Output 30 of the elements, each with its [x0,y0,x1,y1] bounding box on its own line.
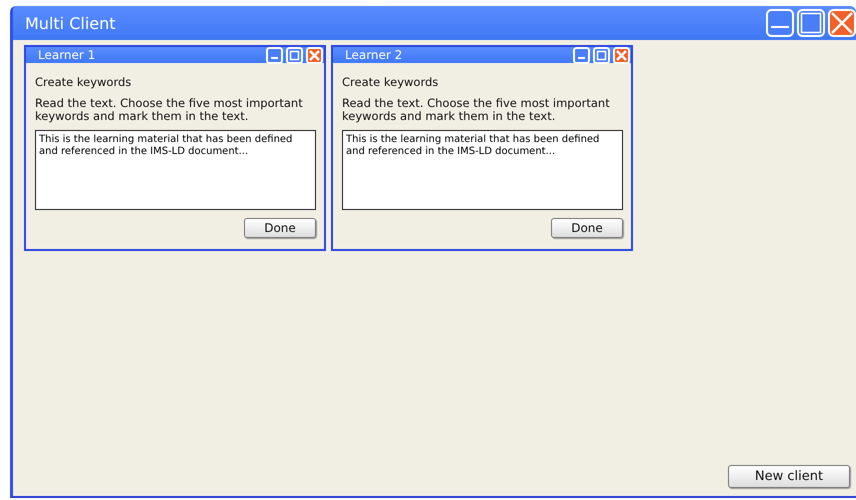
minimize-button[interactable] [766,9,794,37]
maximize-icon [799,11,823,35]
close-button[interactable] [306,46,323,64]
close-icon [830,11,854,35]
close-button[interactable] [613,46,630,64]
task-heading: Create keywords [35,75,132,89]
close-button[interactable] [828,9,856,37]
window-title: Multi Client [25,14,117,32]
maximize-button[interactable] [797,9,825,37]
minimize-button[interactable] [266,46,283,64]
close-icon [308,48,321,62]
close-icon [615,48,628,62]
minimize-button[interactable] [573,46,590,64]
new-client-button[interactable]: New client [728,465,850,488]
maximize-button[interactable] [286,46,303,64]
maximize-icon [288,48,301,62]
minimize-icon [271,56,278,59]
task-instructions: Read the text. Choose the five most important keywords and mark them in the text. [35,97,304,123]
done-button[interactable]: Done [244,218,316,238]
learner-title: Learner 2 [345,48,404,62]
done-button[interactable]: Done [551,218,623,238]
minimize-icon [771,26,789,28]
task-instructions: Read the text. Choose the five most important keywords and mark them in the text. [342,97,611,123]
maximize-button[interactable] [593,46,610,64]
learner-title: Learner 1 [38,48,96,62]
maximize-icon [595,48,608,62]
material-text-area[interactable]: This is the learning material that has been defined and referenced in the IMS-LD document... [35,130,316,210]
minimize-icon [578,56,585,59]
task-heading: Create keywords [342,75,440,89]
material-text-area[interactable]: This is the learning material that has been defined and referenced in the IMS-LD document... [342,130,623,210]
